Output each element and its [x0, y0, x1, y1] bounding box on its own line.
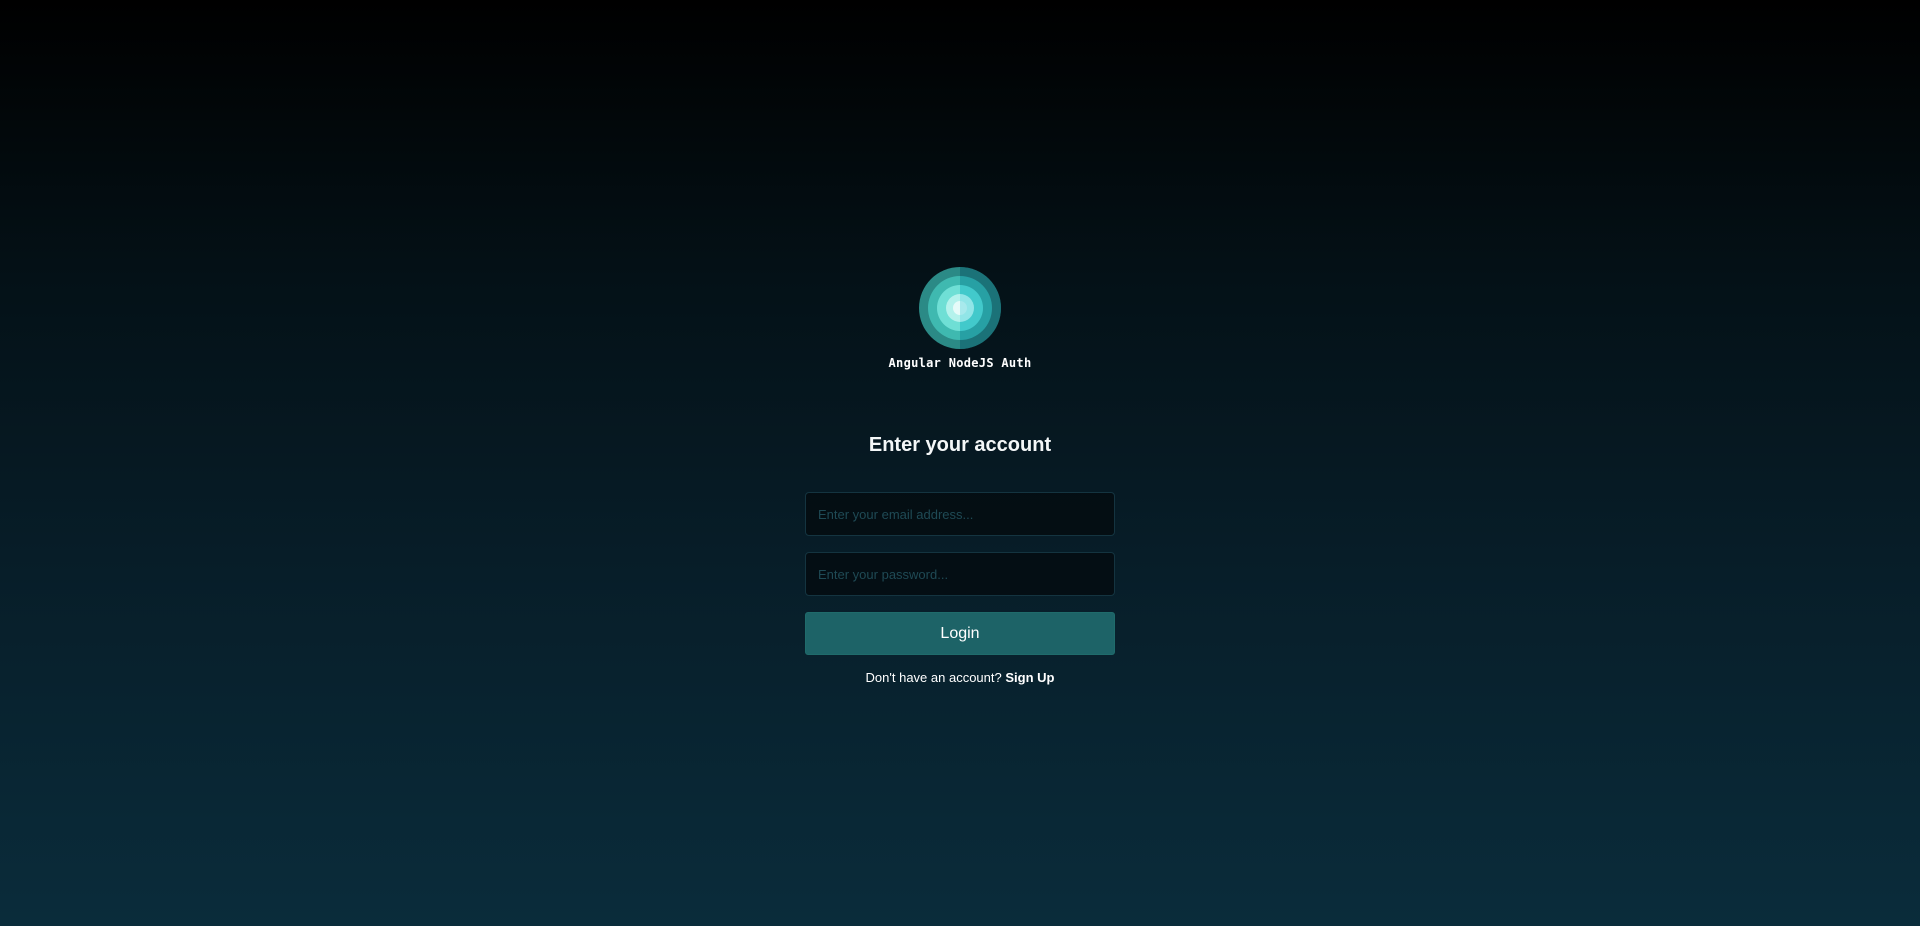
- signup-prompt-text: Don't have an account?: [865, 670, 1002, 685]
- concentric-circles-logo-icon: [919, 267, 1001, 349]
- login-page: Angular NodeJS Auth Enter your account L…: [0, 0, 1920, 926]
- page-title: Enter your account: [868, 434, 1052, 456]
- email-input[interactable]: [805, 492, 1115, 536]
- signup-prompt-line: Don't have an account? Sign Up: [0, 670, 1920, 685]
- signup-link[interactable]: Sign Up: [1005, 670, 1054, 685]
- app-logo-icon: [919, 267, 1001, 349]
- password-input[interactable]: [805, 552, 1115, 596]
- login-button[interactable]: Login: [805, 612, 1115, 655]
- app-name: Angular NodeJS Auth: [888, 356, 1032, 370]
